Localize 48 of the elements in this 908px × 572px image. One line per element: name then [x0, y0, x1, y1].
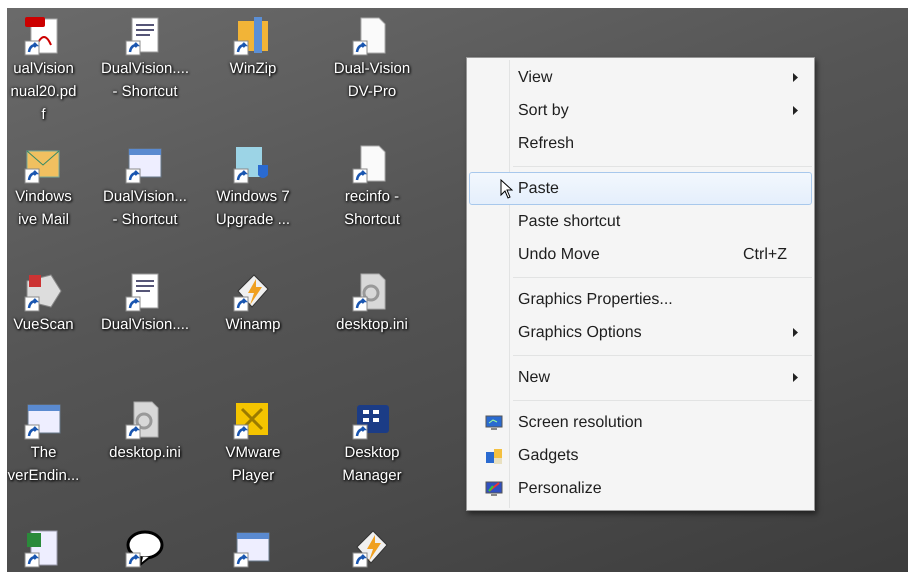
- icon-label: ive Mail: [18, 210, 69, 230]
- menu-item[interactable]: View: [469, 61, 812, 94]
- menu-item[interactable]: Sort by: [469, 94, 812, 127]
- submenu-arrow-icon: [793, 73, 798, 82]
- icon-label: DualVision...: [103, 187, 187, 207]
- icon-label: Player: [232, 466, 274, 486]
- icon-label: verEndin...: [8, 466, 80, 486]
- menu-item[interactable]: Paste: [469, 172, 812, 205]
- icon-label: DualVision....: [100, 59, 190, 79]
- icon-label: The: [30, 443, 56, 463]
- icon-label: VueScan: [13, 315, 74, 335]
- shortcut-key: Ctrl+Z: [743, 242, 787, 266]
- icon-label: f: [41, 105, 46, 125]
- menu-item[interactable]: Personalize: [469, 472, 812, 505]
- menu-item[interactable]: Paste shortcut: [469, 205, 812, 238]
- icon-label: ualVision: [13, 59, 74, 79]
- monitor-icon: [485, 414, 503, 432]
- icon-label: WinZip: [230, 59, 276, 79]
- icon-label: Winamp: [225, 315, 280, 335]
- icon-label: - Shortcut: [112, 210, 178, 230]
- menu-item[interactable]: Graphics Options: [469, 316, 812, 349]
- submenu-arrow-icon: [793, 373, 798, 382]
- icon-label: DualVision....: [100, 315, 190, 335]
- menu-item[interactable]: Graphics Properties...: [469, 283, 812, 316]
- icon-label: DV-Pro: [348, 82, 396, 102]
- menu-item[interactable]: Undo Move Ctrl+Z: [469, 238, 812, 271]
- gadgets-icon: [485, 446, 503, 464]
- menu-item[interactable]: Gadgets: [469, 439, 812, 472]
- icon-label: Manager: [342, 466, 402, 486]
- icon-label: nual20.pd: [10, 82, 76, 102]
- icon-label: Shortcut: [344, 210, 400, 230]
- icon-label: VMware: [225, 443, 280, 463]
- icon-label: - Shortcut: [112, 82, 178, 102]
- icon-label: Desktop: [344, 443, 400, 463]
- menu-item[interactable]: Refresh: [469, 127, 812, 160]
- icon-label: desktop.ini: [109, 443, 181, 463]
- submenu-arrow-icon: [793, 106, 798, 115]
- menu-item[interactable]: New: [469, 361, 812, 394]
- icon-label: recinfo -: [344, 187, 400, 207]
- personalize-icon: [485, 480, 503, 498]
- icon-label: Windows 7: [216, 187, 290, 207]
- icon-label: desktop.ini: [336, 315, 408, 335]
- submenu-arrow-icon: [793, 328, 798, 337]
- icon-label: Dual-Vision: [334, 59, 410, 79]
- icon-label: Vindows: [15, 187, 72, 207]
- mouse-cursor-icon: [500, 179, 513, 199]
- menu-item[interactable]: Screen resolution: [469, 406, 812, 439]
- icon-label: Upgrade ...: [216, 210, 290, 230]
